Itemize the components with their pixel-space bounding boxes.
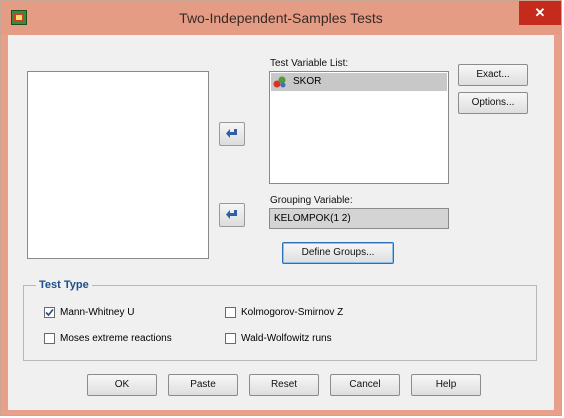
checkbox-label: Wald-Wolfowitz runs: [241, 333, 332, 344]
ok-button[interactable]: OK: [87, 374, 157, 396]
dialog-body: Test Variable List: SKOR Grouping Variab…: [8, 35, 554, 410]
checkbox-icon: [225, 333, 236, 344]
source-variable-list[interactable]: [27, 71, 209, 259]
test-type-title: Test Type: [36, 279, 92, 291]
title-bar: Two-Independent-Samples Tests ✕: [1, 1, 561, 35]
reset-button[interactable]: Reset: [249, 374, 319, 396]
test-type-group: Test Type Mann-Whitney U Kolmogorov-Smir…: [23, 279, 537, 361]
define-groups-button[interactable]: Define Groups...: [282, 242, 394, 264]
kolmogorov-smirnov-checkbox[interactable]: Kolmogorov-Smirnov Z: [225, 307, 343, 318]
moses-checkbox[interactable]: Moses extreme reactions: [44, 333, 172, 344]
close-button[interactable]: ✕: [519, 1, 561, 25]
list-item[interactable]: SKOR: [271, 73, 447, 91]
mann-whitney-checkbox[interactable]: Mann-Whitney U: [44, 307, 134, 318]
checkbox-icon: [44, 333, 55, 344]
grouping-variable-value: KELOMPOK(1 2): [274, 213, 351, 224]
cancel-button[interactable]: Cancel: [330, 374, 400, 396]
move-arrow-icon: [226, 210, 237, 219]
help-button[interactable]: Help: [411, 374, 481, 396]
close-icon: ✕: [534, 5, 546, 20]
move-to-grouping-button[interactable]: [219, 203, 245, 227]
paste-button[interactable]: Paste: [168, 374, 238, 396]
dialog-window: Two-Independent-Samples Tests ✕ Test Var…: [0, 0, 562, 416]
wald-wolfowitz-checkbox[interactable]: Wald-Wolfowitz runs: [225, 333, 332, 344]
checkbox-label: Moses extreme reactions: [60, 333, 172, 344]
checkbox-label: Mann-Whitney U: [60, 307, 135, 318]
grouping-variable-label: Grouping Variable:: [270, 195, 353, 206]
exact-button[interactable]: Exact...: [458, 64, 528, 86]
grouping-variable-field[interactable]: KELOMPOK(1 2): [269, 208, 449, 229]
window-title: Two-Independent-Samples Tests: [179, 10, 383, 26]
checkbox-label: Kolmogorov-Smirnov Z: [241, 307, 344, 318]
options-button[interactable]: Options...: [458, 92, 528, 114]
move-arrow-icon: [226, 129, 237, 138]
move-to-test-list-button[interactable]: [219, 122, 245, 146]
test-variable-list[interactable]: SKOR: [269, 71, 449, 184]
checkbox-icon: [225, 307, 236, 318]
variable-name: SKOR: [293, 76, 322, 87]
scale-variable-icon: [273, 76, 286, 88]
checkbox-icon: [44, 307, 55, 318]
test-variable-list-label: Test Variable List:: [270, 58, 349, 69]
